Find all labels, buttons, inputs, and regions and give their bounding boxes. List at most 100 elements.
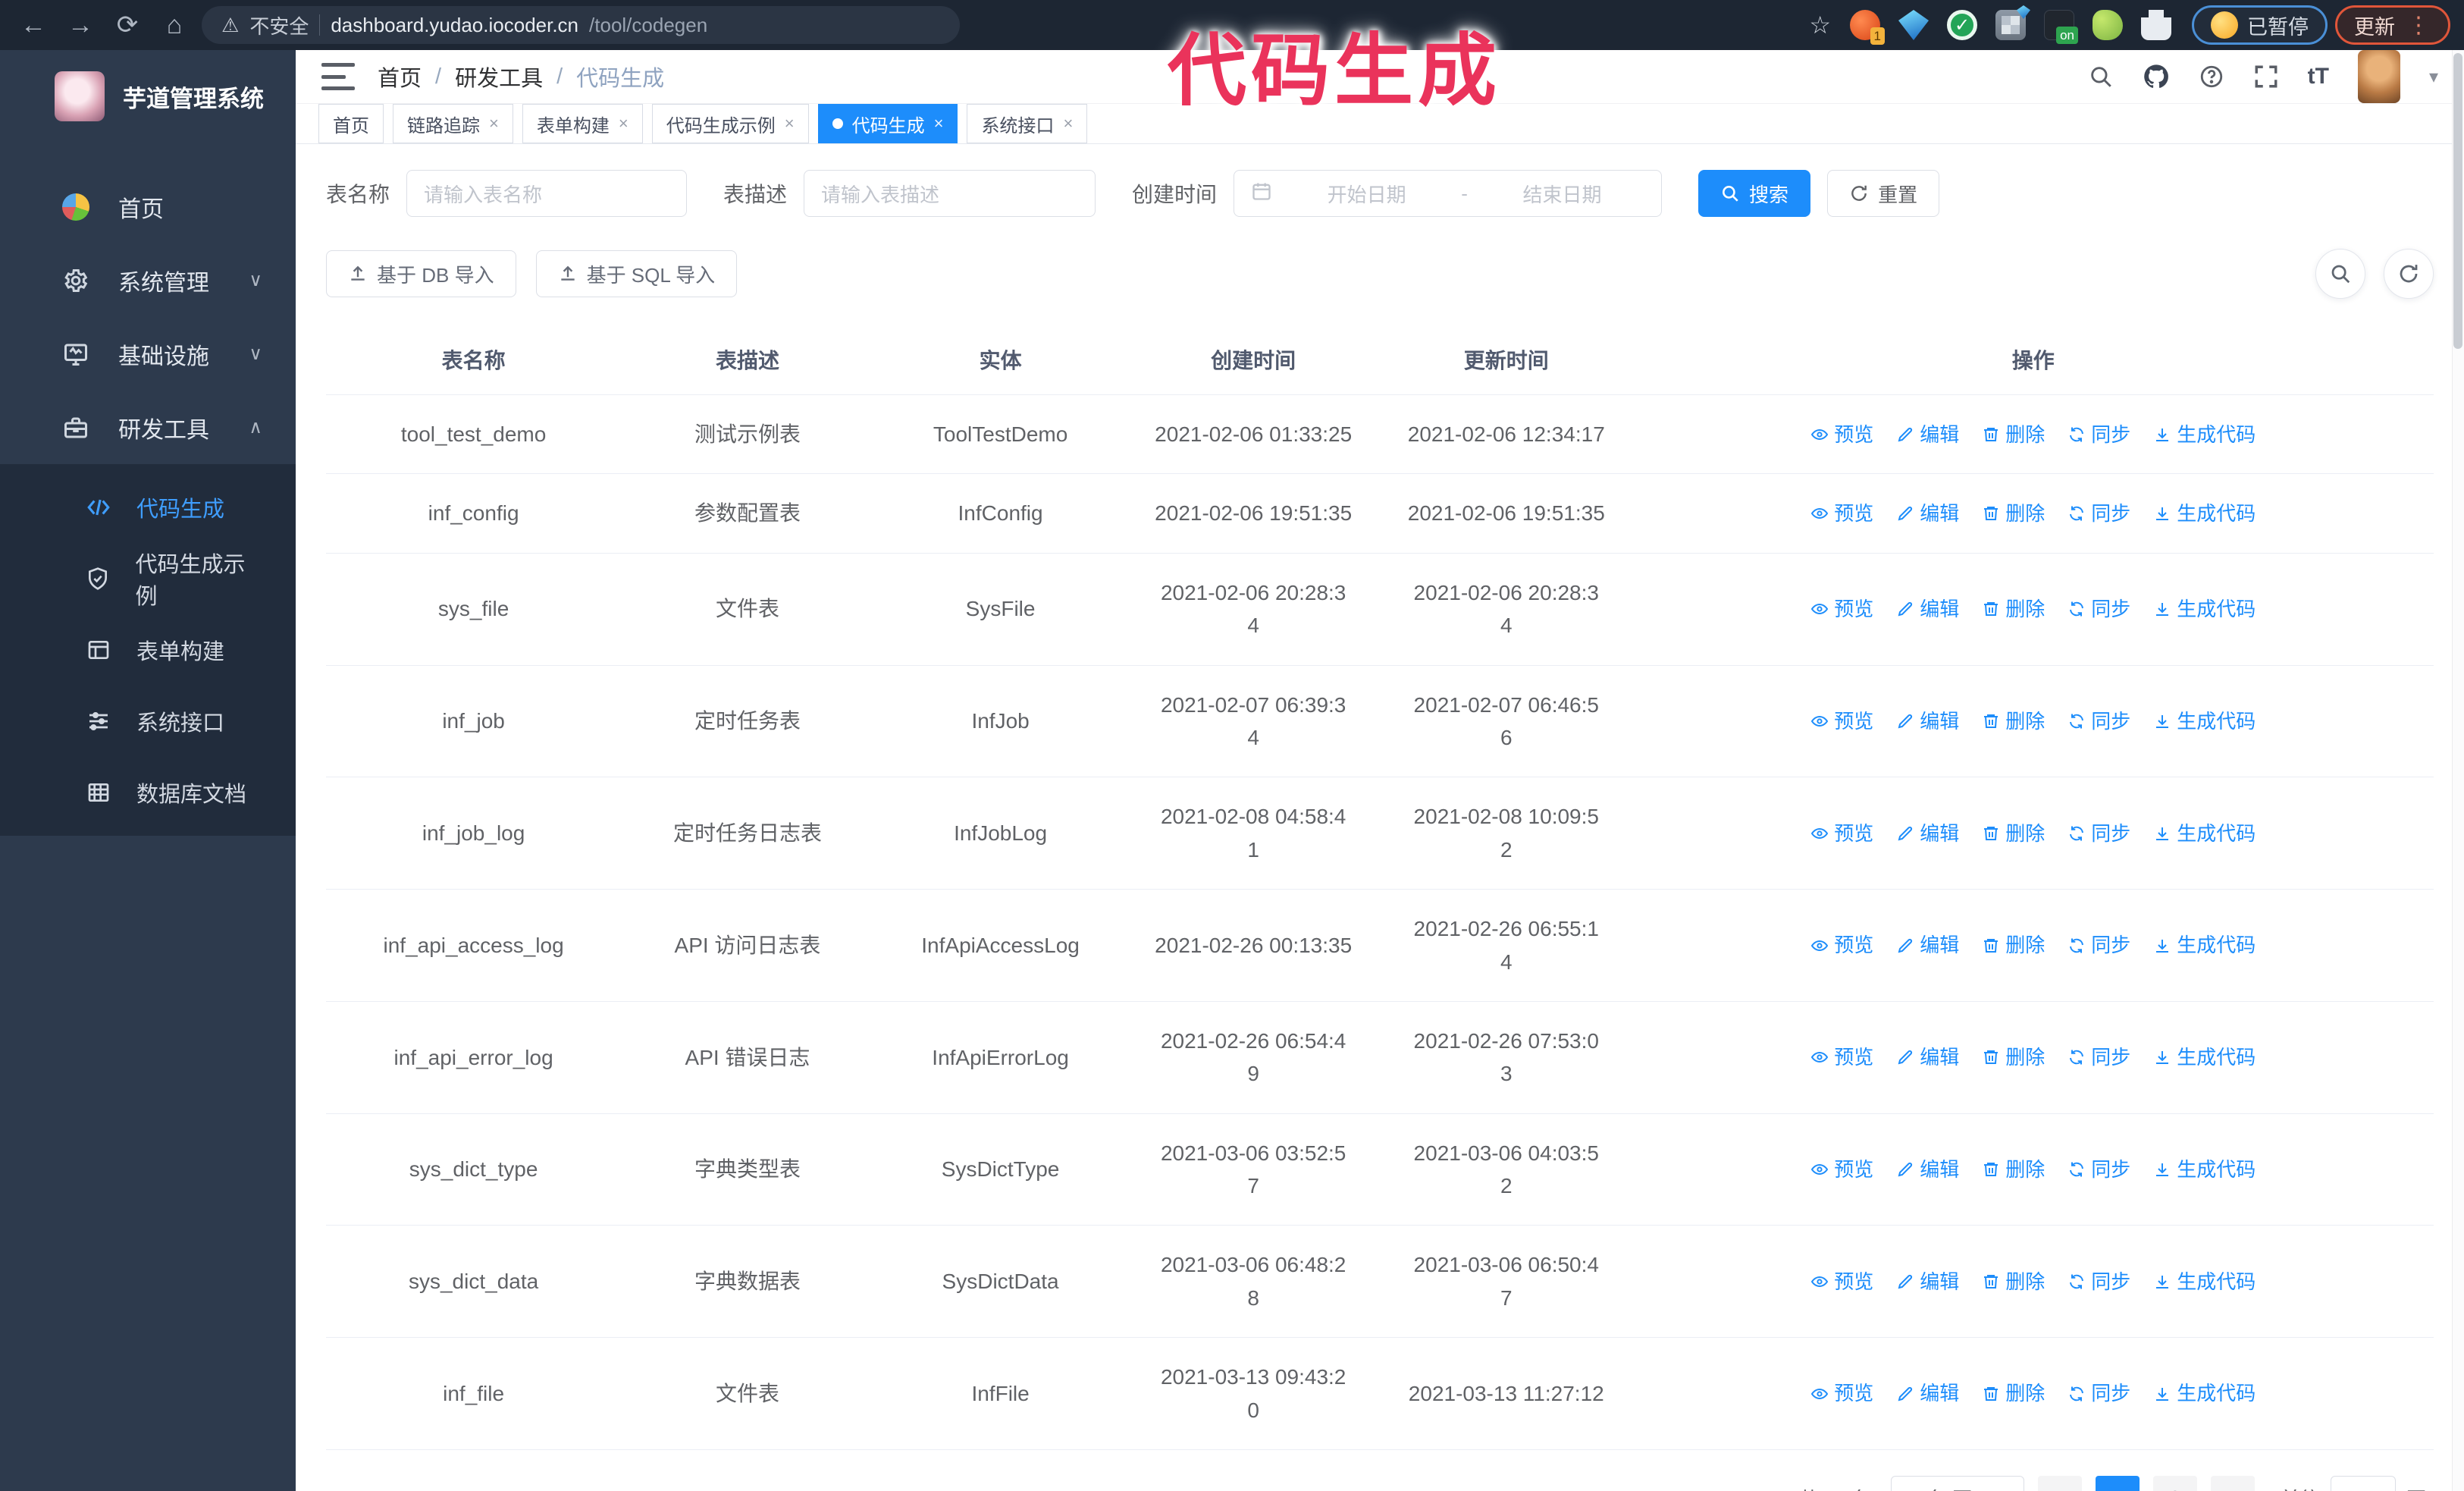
tab-系统接口[interactable]: 系统接口 × <box>967 104 1088 143</box>
help-icon[interactable] <box>2199 64 2224 89</box>
page-button-2[interactable]: 2 <box>2152 1476 2197 1491</box>
preview-link[interactable]: 预览 <box>1810 498 1873 529</box>
reset-button[interactable]: 重置 <box>1827 170 1940 217</box>
edit-link[interactable]: 编辑 <box>1896 498 1959 529</box>
menu-dots-icon[interactable]: ⋮ <box>2407 12 2431 39</box>
toggle-search-button[interactable] <box>2315 249 2365 299</box>
delete-link[interactable]: 删除 <box>1982 1042 2045 1072</box>
delete-link[interactable]: 删除 <box>1982 818 2045 849</box>
tab-close-icon[interactable]: × <box>619 114 629 133</box>
edit-link[interactable]: 编辑 <box>1896 594 1959 624</box>
table-desc-input[interactable]: 请输入表描述 <box>804 170 1096 217</box>
sync-link[interactable]: 同步 <box>2067 818 2130 849</box>
tab-close-icon[interactable]: × <box>489 114 499 133</box>
sync-link[interactable]: 同步 <box>2067 706 2130 736</box>
browser-forward-button[interactable]: → <box>61 5 100 45</box>
import-sql-button[interactable]: 基于 SQL 导入 <box>535 250 738 297</box>
generate-code-link[interactable]: 生成代码 <box>2153 930 2256 960</box>
browser-home-button[interactable]: ⌂ <box>155 5 194 45</box>
delete-link[interactable]: 删除 <box>1982 930 2045 960</box>
extension-icon-orange[interactable]: 1 <box>1850 10 1885 45</box>
submenu-item-shield[interactable]: 代码生成示例 <box>0 543 296 614</box>
delete-link[interactable]: 删除 <box>1982 498 2045 529</box>
user-menu-caret-icon[interactable]: ▾ <box>2429 66 2438 88</box>
sidebar-toggle-icon[interactable] <box>321 63 355 90</box>
preview-link[interactable]: 预览 <box>1810 1154 1873 1185</box>
tab-close-icon[interactable]: × <box>1063 114 1073 133</box>
generate-code-link[interactable]: 生成代码 <box>2153 1267 2256 1297</box>
delete-link[interactable]: 删除 <box>1982 419 2045 450</box>
font-size-icon[interactable]: tT <box>2308 64 2329 89</box>
submenu-item-form[interactable]: 表单构建 <box>0 614 296 686</box>
browser-back-button[interactable]: ← <box>14 5 53 45</box>
extension-icon-switch[interactable]: on <box>2044 10 2078 44</box>
generate-code-link[interactable]: 生成代码 <box>2153 1378 2256 1408</box>
sidebar-item-monitor[interactable]: 基础设施 ∨ <box>0 317 296 391</box>
sync-link[interactable]: 同步 <box>2067 498 2130 529</box>
start-date-placeholder[interactable]: 开始日期 <box>1284 180 1449 208</box>
extension-icon-grid[interactable] <box>1995 5 2030 40</box>
generate-code-link[interactable]: 生成代码 <box>2153 706 2256 736</box>
search-icon[interactable] <box>2088 64 2114 89</box>
tab-链路追踪[interactable]: 链路追踪 × <box>393 104 513 143</box>
sync-link[interactable]: 同步 <box>2067 1378 2130 1408</box>
extension-icon-check[interactable]: ✓ <box>1947 10 1977 40</box>
edit-link[interactable]: 编辑 <box>1896 1154 1959 1185</box>
search-button[interactable]: 搜索 <box>1698 170 1811 217</box>
generate-code-link[interactable]: 生成代码 <box>2153 498 2256 529</box>
preview-link[interactable]: 预览 <box>1810 818 1873 849</box>
delete-link[interactable]: 删除 <box>1982 706 2045 736</box>
preview-link[interactable]: 预览 <box>1810 1378 1873 1408</box>
preview-link[interactable]: 预览 <box>1810 419 1873 450</box>
delete-link[interactable]: 删除 <box>1982 594 2045 624</box>
browser-update-button[interactable]: 更新 ⋮ <box>2335 5 2450 45</box>
prev-page-button[interactable]: ‹ <box>2037 1476 2082 1491</box>
extension-icon-green[interactable] <box>2093 10 2123 40</box>
end-date-placeholder[interactable]: 结束日期 <box>1480 180 1644 208</box>
table-name-input[interactable]: 请输入表名称 <box>406 170 688 217</box>
tab-代码生成示例[interactable]: 代码生成示例 × <box>651 104 809 143</box>
delete-link[interactable]: 删除 <box>1982 1267 2045 1297</box>
bookmark-star-icon[interactable]: ☆ <box>1809 11 1831 39</box>
scrollbar-thumb[interactable] <box>2453 53 2462 349</box>
breadcrumb-home[interactable]: 首页 <box>378 61 422 93</box>
sync-link[interactable]: 同步 <box>2067 1267 2130 1297</box>
edit-link[interactable]: 编辑 <box>1896 818 1959 849</box>
sidebar-item-gear[interactable]: 系统管理 ∨ <box>0 243 296 317</box>
tab-表单构建[interactable]: 表单构建 × <box>522 104 643 143</box>
fullscreen-icon[interactable] <box>2253 64 2279 89</box>
edit-link[interactable]: 编辑 <box>1896 706 1959 736</box>
preview-link[interactable]: 预览 <box>1810 1267 1873 1297</box>
generate-code-link[interactable]: 生成代码 <box>2153 1154 2256 1185</box>
edit-link[interactable]: 编辑 <box>1896 1042 1959 1072</box>
submenu-item-sliders[interactable]: 系统接口 <box>0 686 296 757</box>
preview-link[interactable]: 预览 <box>1810 594 1873 624</box>
extensions-puzzle-icon[interactable] <box>2141 10 2171 40</box>
preview-link[interactable]: 预览 <box>1810 930 1873 960</box>
create-time-range-picker[interactable]: 开始日期 - 结束日期 <box>1234 170 1663 217</box>
sync-link[interactable]: 同步 <box>2067 1154 2130 1185</box>
page-size-select[interactable]: 10条/页 ▾ <box>1890 1476 2024 1491</box>
edit-link[interactable]: 编辑 <box>1896 930 1959 960</box>
page-scrollbar[interactable] <box>2452 50 2464 1491</box>
github-icon[interactable] <box>2143 63 2170 90</box>
sync-link[interactable]: 同步 <box>2067 419 2130 450</box>
submenu-item-db[interactable]: 数据库文档 <box>0 757 296 828</box>
app-logo-row[interactable]: 芋道管理系统 <box>0 50 296 140</box>
user-avatar[interactable] <box>2357 50 2400 103</box>
sync-link[interactable]: 同步 <box>2067 1042 2130 1072</box>
delete-link[interactable]: 删除 <box>1982 1378 2045 1408</box>
browser-reload-button[interactable]: ⟳ <box>108 5 147 45</box>
tab-首页[interactable]: 首页 <box>318 104 384 143</box>
delete-link[interactable]: 删除 <box>1982 1154 2045 1185</box>
security-label[interactable]: 不安全 <box>249 11 309 39</box>
sidebar-item-dashboard[interactable]: 首页 <box>0 170 296 243</box>
generate-code-link[interactable]: 生成代码 <box>2153 594 2256 624</box>
tab-代码生成[interactable]: 代码生成 × <box>817 104 958 143</box>
generate-code-link[interactable]: 生成代码 <box>2153 818 2256 849</box>
paused-profile-badge[interactable]: 已暂停 <box>2192 5 2328 45</box>
tab-close-icon[interactable]: × <box>934 114 944 133</box>
edit-link[interactable]: 编辑 <box>1896 419 1959 450</box>
goto-page-input[interactable]: 1 <box>2330 1476 2396 1491</box>
address-bar[interactable]: ⚠ 不安全 dashboard.yudao.iocoder.cn/tool/co… <box>202 6 960 44</box>
